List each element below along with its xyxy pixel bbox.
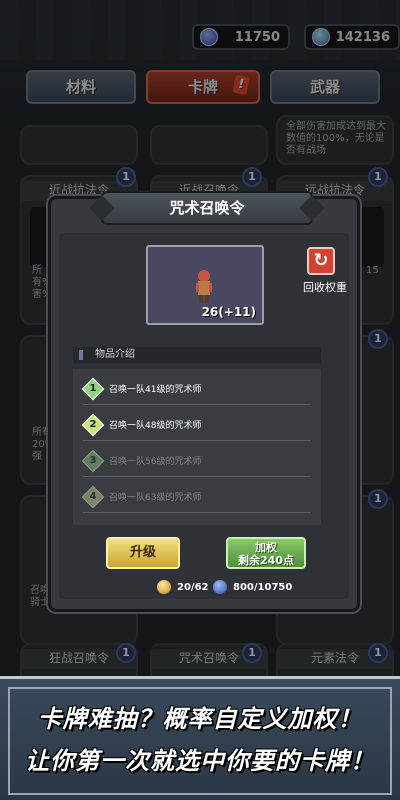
card-portrait: 26(+11) — [146, 245, 264, 325]
remaining-points-label: 剩余240点 — [238, 554, 294, 567]
level-diamond-icon: 2 — [81, 413, 105, 436]
upgrade-button[interactable]: 升级 — [106, 537, 180, 569]
list-item: 4 召唤一队63级的咒术师 — [81, 481, 311, 513]
level-diamond-icon: 1 — [81, 377, 105, 400]
card-cost: 20/62 — [157, 579, 208, 595]
banner-line-2: 让你第一次就选中你要的卡牌！ — [25, 747, 375, 775]
item-effect-text: 召唤一队63级的咒术师 — [109, 493, 202, 503]
gold-cost-value: 800/10750 — [233, 581, 293, 593]
card-detail-modal: 咒术召唤令 26(+11) ↻ 回收权重 物品介绍 1 召唤一队41级的咒术师 … — [48, 191, 360, 612]
recycle-weight-button[interactable]: ↻ — [307, 247, 335, 275]
add-weight-button[interactable]: 加权 剩余240点 — [226, 537, 306, 569]
refresh-icon: ↻ — [313, 250, 329, 271]
level-diamond-icon: 4 — [81, 485, 105, 508]
list-item: 3 召唤一队56级的咒术师 — [81, 445, 311, 477]
item-effect-text: 召唤一队41级的咒术师 — [109, 385, 202, 395]
recycle-weight-label: 回收权重 — [303, 281, 347, 294]
item-intro-header: 物品介绍 — [73, 347, 321, 363]
item-effect-text: 召唤一队56级的咒术师 — [109, 457, 202, 467]
modal-title: 咒术召唤令 — [101, 191, 313, 225]
promo-banner: 卡牌难抽？概率自定义加权！ 让你第一次就选中你要的卡牌！ — [0, 676, 400, 800]
banner-line-1: 卡牌难抽？概率自定义加权！ — [37, 705, 363, 733]
list-item: 1 召唤一队41级的咒术师 — [81, 373, 311, 405]
card-fragment-icon — [157, 580, 171, 594]
list-item: 2 召唤一队48级的咒术师 — [81, 409, 311, 441]
card-count: 26(+11) — [201, 305, 256, 319]
card-cost-value: 20/62 — [177, 581, 209, 593]
add-weight-label: 加权 — [255, 541, 277, 554]
item-effect-text: 召唤一队48级的咒术师 — [109, 421, 202, 431]
item-intro-title: 物品介绍 — [95, 349, 135, 360]
gold-cost: 800/10750 — [213, 579, 292, 595]
sorcerer-figure-icon — [196, 270, 212, 303]
item-effect-list: 1 召唤一队41级的咒术师 2 召唤一队48级的咒术师 3 召唤一队56级的咒术… — [73, 369, 321, 525]
gold-coin-icon — [213, 580, 227, 594]
section-marker — [79, 350, 83, 360]
level-diamond-icon: 3 — [81, 449, 105, 472]
